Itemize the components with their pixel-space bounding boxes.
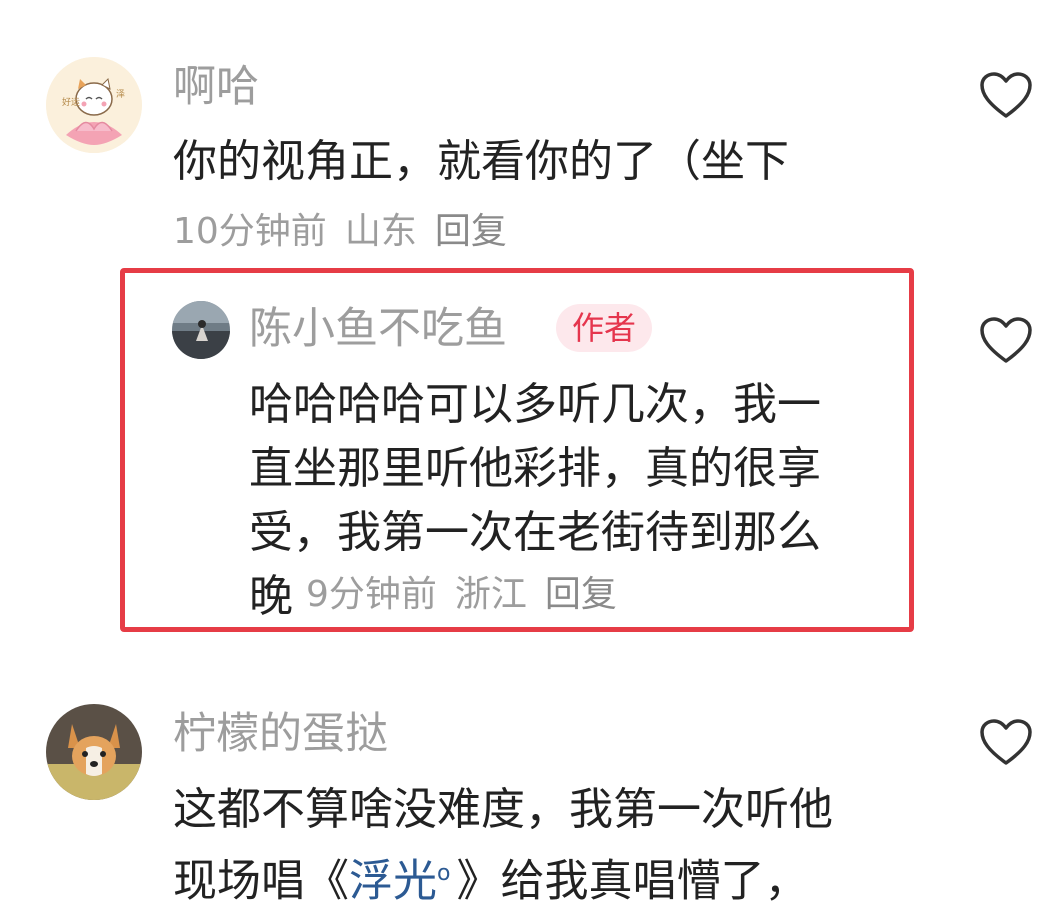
comment-username[interactable]: 陈小鱼不吃鱼: [249, 308, 507, 351]
heart-icon[interactable]: [978, 70, 1034, 120]
comment-text-line: 直坐那里听他彩排，真的很享: [249, 443, 821, 494]
comment-text-line: 这都不算啥没难度，我第一次听他: [173, 784, 833, 835]
corgi-dog-avatar-icon: [46, 704, 142, 800]
avatar[interactable]: [46, 704, 142, 800]
avatar[interactable]: 好运 泽: [46, 57, 142, 153]
author-badge: 作者: [556, 304, 653, 352]
avatar[interactable]: [172, 301, 230, 359]
comment-text-line: 现场唱《浮光o 》给我真唱懵了，: [173, 842, 808, 914]
reply-button[interactable]: 回复: [545, 574, 617, 615]
svg-text:泽: 泽: [116, 89, 125, 100]
comment-location: 山东: [344, 211, 417, 252]
svg-text:好运: 好运: [62, 96, 80, 108]
text-segment: 现场唱《: [173, 855, 349, 907]
comment-text: 你的视角正，就看你的了（坐下: [173, 136, 789, 187]
comment-location: 浙江: [454, 574, 527, 615]
person-photo-avatar-icon: [172, 301, 230, 359]
comment-username[interactable]: 柠檬的蛋挞: [173, 713, 388, 756]
comment-time: 10分钟前: [173, 211, 327, 252]
text-segment: 》给我真唱懵了，: [456, 855, 809, 907]
comment-meta: 9分钟前 浙江 回复: [306, 577, 635, 613]
cat-lotus-avatar-icon: 好运 泽: [46, 57, 142, 153]
comment-text-line: 晚: [249, 571, 293, 622]
search-icon[interactable]: o: [437, 861, 450, 886]
reply-button[interactable]: 回复: [435, 211, 507, 252]
heart-icon[interactable]: [978, 717, 1034, 767]
comment-text-line: 受，我第一次在老街待到那么: [249, 507, 821, 558]
heart-icon[interactable]: [978, 315, 1034, 365]
comment-text-line: 哈哈哈哈可以多听几次，我一: [249, 379, 821, 430]
comment-username[interactable]: 啊哈: [173, 66, 259, 109]
topic-link[interactable]: 浮光: [349, 856, 437, 907]
comment-meta: 10分钟前 山东 回复: [173, 214, 525, 250]
comment-time: 9分钟前: [306, 574, 437, 615]
